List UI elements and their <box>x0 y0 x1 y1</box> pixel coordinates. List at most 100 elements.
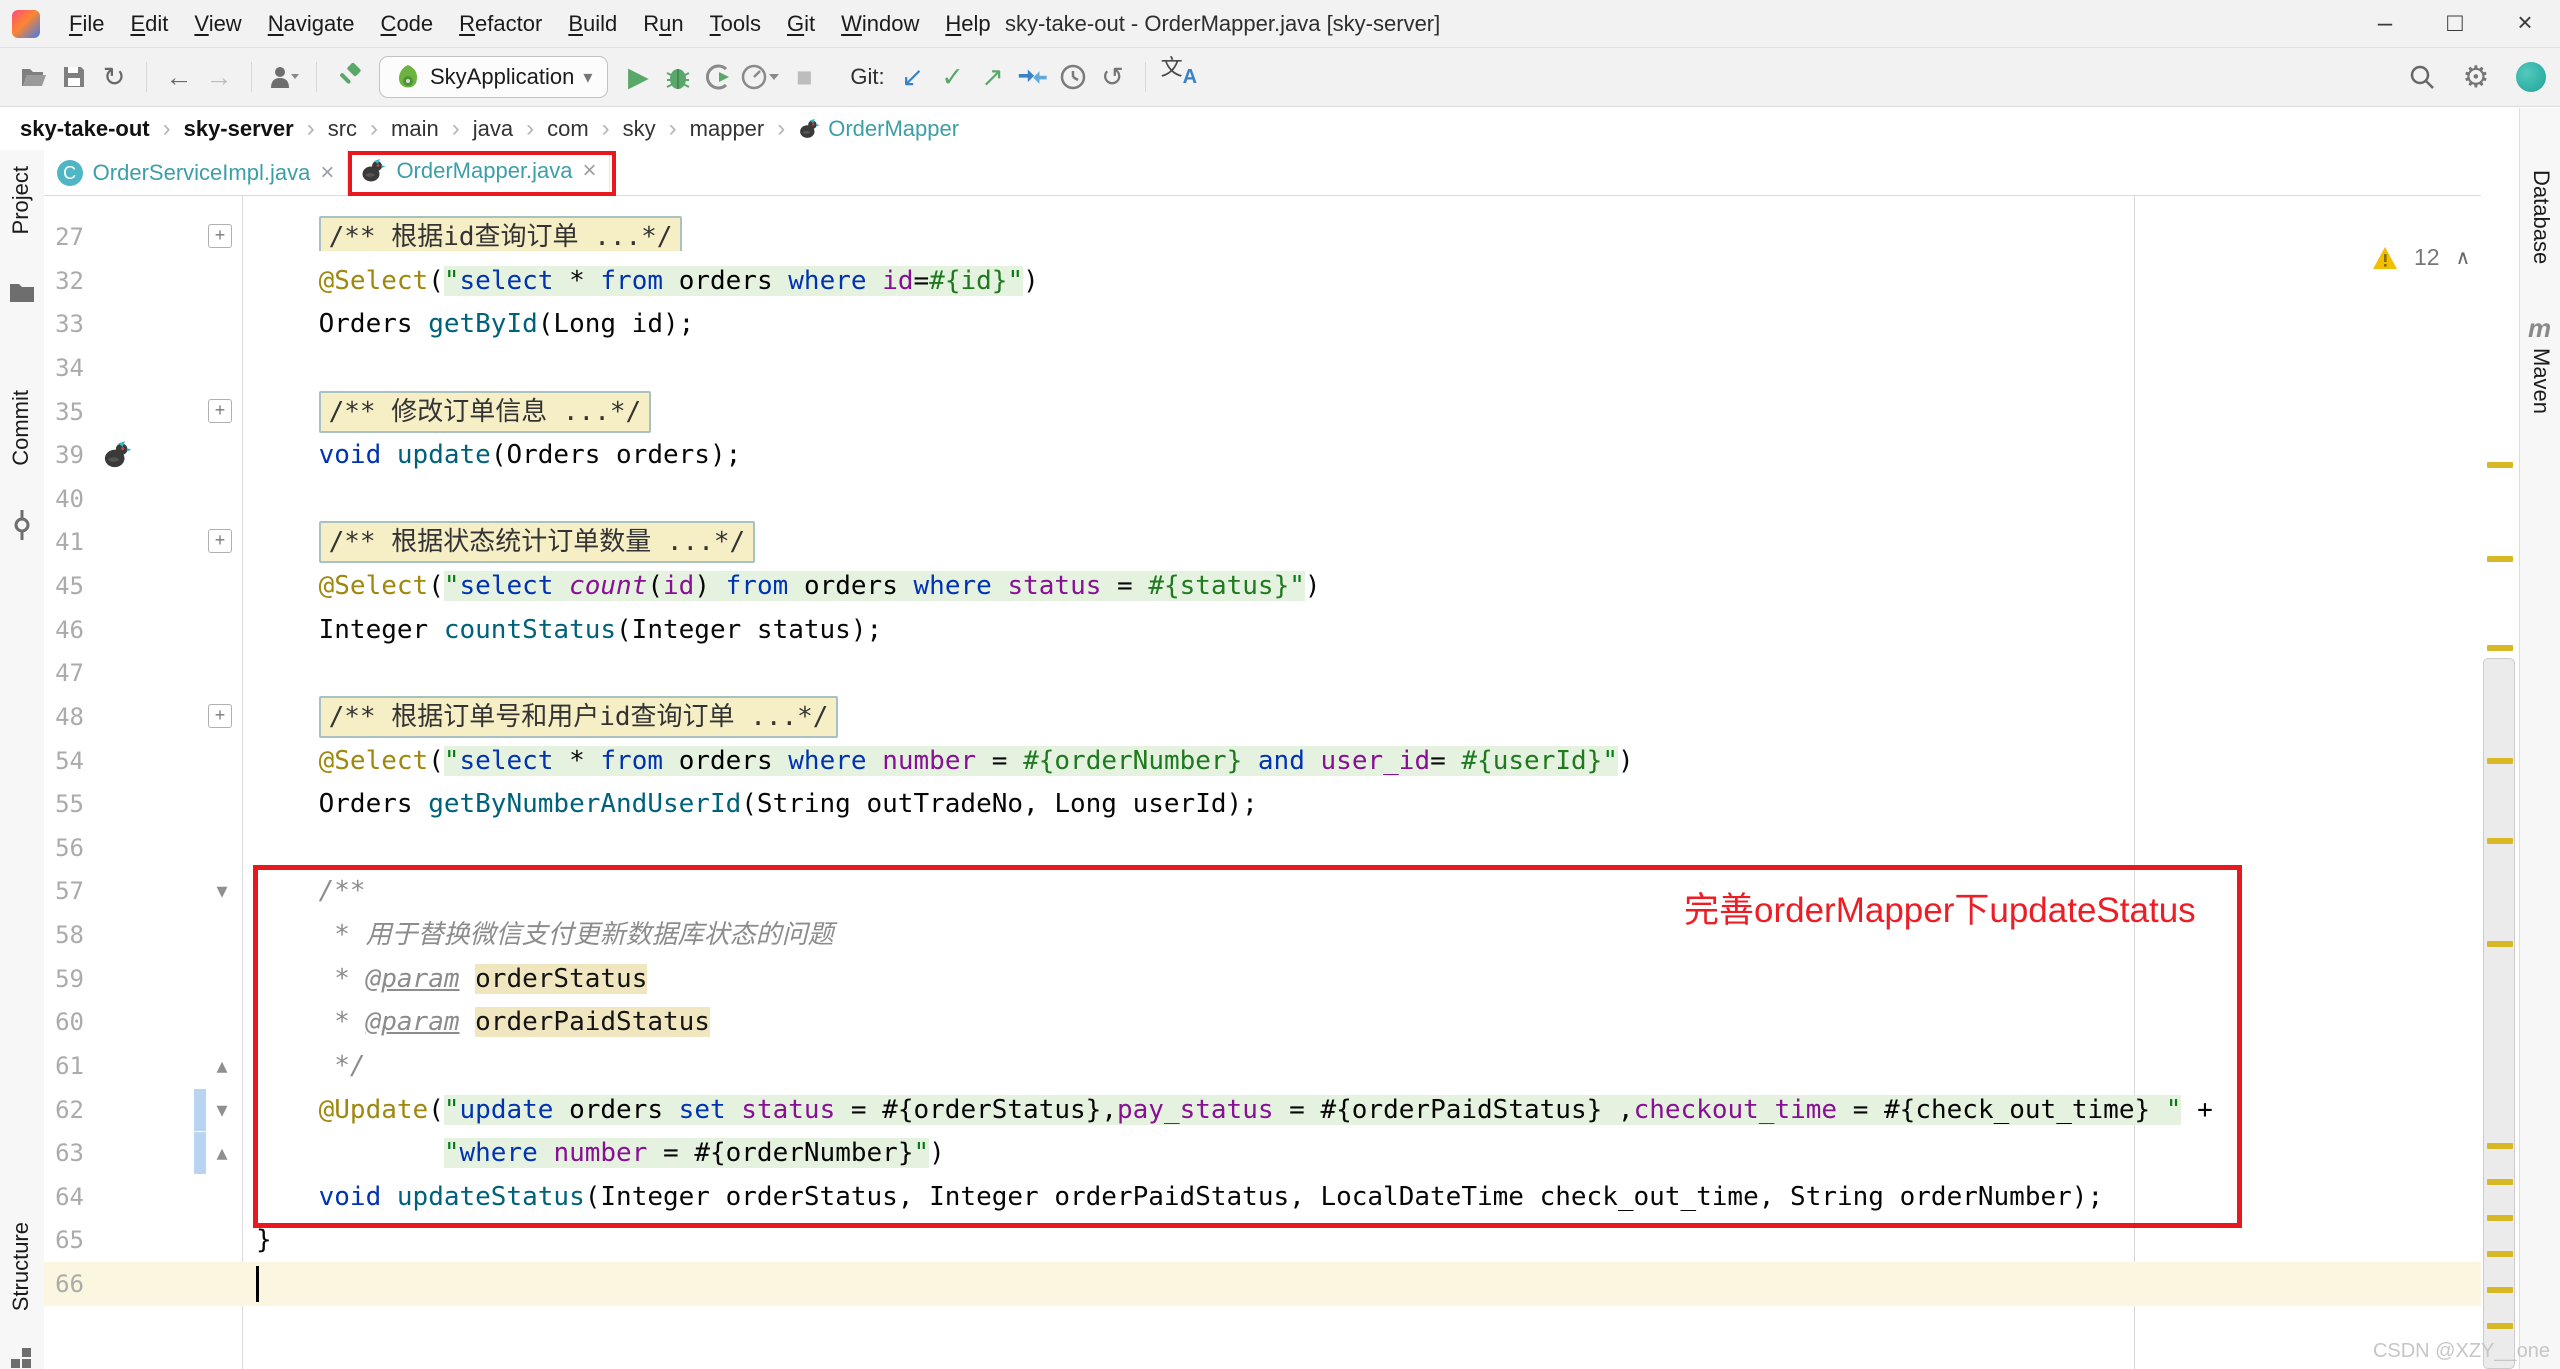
line-number[interactable]: 27 <box>44 215 84 259</box>
code-line[interactable]: 56 <box>44 826 2481 870</box>
code-text[interactable]: @Select("select * from orders where id=#… <box>256 259 1039 303</box>
menu-run[interactable]: Run <box>630 0 696 47</box>
close-icon[interactable]: × <box>320 159 334 187</box>
warning-stripe-mark[interactable] <box>2487 1179 2513 1185</box>
sync-icon[interactable]: ↻ <box>97 57 131 97</box>
warning-stripe-mark[interactable] <box>2487 556 2513 562</box>
commit-icon[interactable] <box>9 510 35 540</box>
tool-button-commit[interactable]: Commit <box>8 390 34 466</box>
breadcrumb-item-sky-server[interactable]: sky-server <box>180 116 298 142</box>
fold-toggle[interactable]: ▴ <box>210 1131 234 1175</box>
code-line[interactable]: 45 @Select("select count(id) from orders… <box>44 564 2481 608</box>
warning-stripe-mark[interactable] <box>2487 645 2513 651</box>
line-number[interactable]: 41 <box>44 520 84 564</box>
translate-icon[interactable]: 文A <box>1161 57 1197 97</box>
menu-window[interactable]: Window <box>828 0 932 47</box>
breadcrumb-item-main[interactable]: main <box>387 116 443 142</box>
build-hammer-icon[interactable] <box>332 57 366 97</box>
stop-icon[interactable]: ■ <box>787 57 821 97</box>
code-line[interactable]: 46 Integer countStatus(Integer status); <box>44 608 2481 652</box>
code-text[interactable]: @Select("select count(id) from orders wh… <box>256 564 1321 608</box>
fold-toggle[interactable]: ▾ <box>210 869 234 913</box>
back-icon[interactable]: ← <box>162 57 196 97</box>
minimize-button[interactable]: – <box>2350 0 2420 47</box>
inspection-widget[interactable]: 12 ∧ ∨ <box>2372 244 2481 271</box>
code-line[interactable]: 32 @Select("select * from orders where i… <box>44 259 2481 303</box>
structure-icon[interactable] <box>9 1346 33 1369</box>
line-number[interactable]: 35 <box>44 390 84 434</box>
warning-stripe-mark[interactable] <box>2487 1251 2513 1257</box>
line-number[interactable]: 58 <box>44 913 84 957</box>
code-text[interactable]: Orders getByNumberAndUserId(String outTr… <box>256 782 1258 826</box>
code-line[interactable]: 54 @Select("select * from orders where n… <box>44 739 2481 783</box>
warning-stripe-mark[interactable] <box>2487 758 2513 764</box>
line-number[interactable]: 40 <box>44 477 84 521</box>
folded-comment-line[interactable]: /** 修改订单信息 ...*/ <box>256 390 651 434</box>
code-line[interactable]: 66 <box>44 1262 2481 1306</box>
fold-toggle[interactable]: ▾ <box>210 1088 234 1132</box>
run-with-coverage-icon[interactable] <box>701 57 735 97</box>
warning-stripe-mark[interactable] <box>2487 1143 2513 1149</box>
prev-warning-icon[interactable]: ∧ <box>2456 245 2471 270</box>
code-text[interactable]: void update(Orders orders); <box>256 433 741 477</box>
line-number[interactable]: 39 <box>44 433 84 477</box>
ide-updates-icon[interactable] <box>2516 62 2546 92</box>
rollback-icon[interactable]: ↺ <box>1096 57 1130 97</box>
warning-stripe-mark[interactable] <box>2487 1215 2513 1221</box>
breadcrumb-item-sky-take-out[interactable]: sky-take-out <box>16 116 154 142</box>
line-number[interactable]: 59 <box>44 957 84 1001</box>
warning-stripe-mark[interactable] <box>2487 462 2513 468</box>
breadcrumb-item-ordermapper[interactable]: OrderMapper <box>794 116 963 142</box>
breadcrumb-item-mapper[interactable]: mapper <box>686 116 769 142</box>
menu-tools[interactable]: Tools <box>697 0 774 47</box>
settings-gear-icon[interactable]: ⚙ <box>2459 57 2493 97</box>
line-number[interactable]: 33 <box>44 302 84 346</box>
maximize-button[interactable]: □ <box>2420 0 2490 47</box>
menu-edit[interactable]: Edit <box>117 0 181 47</box>
line-number[interactable]: 47 <box>44 651 84 695</box>
line-number[interactable]: 61 <box>44 1044 84 1088</box>
close-button[interactable]: × <box>2490 0 2560 47</box>
menu-file[interactable]: File <box>56 0 117 47</box>
warning-stripe-mark[interactable] <box>2487 1323 2513 1329</box>
debug-icon[interactable] <box>661 57 695 97</box>
line-number[interactable]: 46 <box>44 608 84 652</box>
git-cherry-pick-icon[interactable] <box>1016 57 1050 97</box>
folded-comment-line[interactable]: /** 根据状态统计订单数量 ...*/ <box>256 520 755 564</box>
history-clock-icon[interactable] <box>1056 57 1090 97</box>
folded-comment[interactable]: /** 修改订单信息 ...*/ <box>319 391 652 433</box>
line-number[interactable]: 64 <box>44 1175 84 1219</box>
code-line[interactable]: 27 + /** 根据id查询订单 ...*/ <box>44 215 2481 259</box>
menu-build[interactable]: Build <box>555 0 630 47</box>
code-line[interactable]: 34 <box>44 346 2481 390</box>
line-number[interactable]: 55 <box>44 782 84 826</box>
code-line[interactable]: 39 void update(Orders orders); <box>44 433 2481 477</box>
fold-toggle[interactable]: + <box>208 399 232 423</box>
tool-button-project[interactable]: Project <box>8 166 34 234</box>
fold-toggle[interactable]: + <box>208 529 232 553</box>
code-line[interactable]: 33 Orders getById(Long id); <box>44 302 2481 346</box>
run-configuration-select[interactable]: SkyApplication ▾ <box>379 56 608 98</box>
fold-toggle[interactable]: ▴ <box>210 1044 234 1088</box>
code-line[interactable]: 35 + /** 修改订单信息 ...*/ <box>44 390 2481 434</box>
menu-help[interactable]: Help <box>932 0 1003 47</box>
line-number[interactable]: 32 <box>44 259 84 303</box>
breadcrumb-item-src[interactable]: src <box>324 116 361 142</box>
code-line[interactable]: 41 + /** 根据状态统计订单数量 ...*/ <box>44 520 2481 564</box>
open-icon[interactable] <box>17 57 51 97</box>
code-line[interactable]: 48+ /** 根据订单号和用户id查询订单 ...*/ <box>44 695 2481 739</box>
breadcrumb-item-sky[interactable]: sky <box>619 116 660 142</box>
scrollbar-error-stripe[interactable] <box>2481 196 2519 1369</box>
run-icon[interactable]: ▶ <box>621 57 655 97</box>
tool-button-maven[interactable]: Maven <box>2528 348 2554 414</box>
folded-comment-line[interactable]: /** 根据订单号和用户id查询订单 ...*/ <box>256 695 838 739</box>
git-update-icon[interactable]: ↙ <box>896 57 930 97</box>
folded-comment[interactable]: /** 根据id查询订单 ...*/ <box>319 216 683 251</box>
breadcrumb-item-java[interactable]: java <box>469 116 517 142</box>
menu-git[interactable]: Git <box>774 0 828 47</box>
fold-toggle[interactable]: + <box>208 224 232 248</box>
line-number[interactable]: 45 <box>44 564 84 608</box>
git-commit-icon[interactable]: ✓ <box>936 57 970 97</box>
tool-button-database[interactable]: Database <box>2528 170 2554 264</box>
folded-comment-line[interactable]: /** 根据id查询订单 ...*/ <box>256 215 682 251</box>
